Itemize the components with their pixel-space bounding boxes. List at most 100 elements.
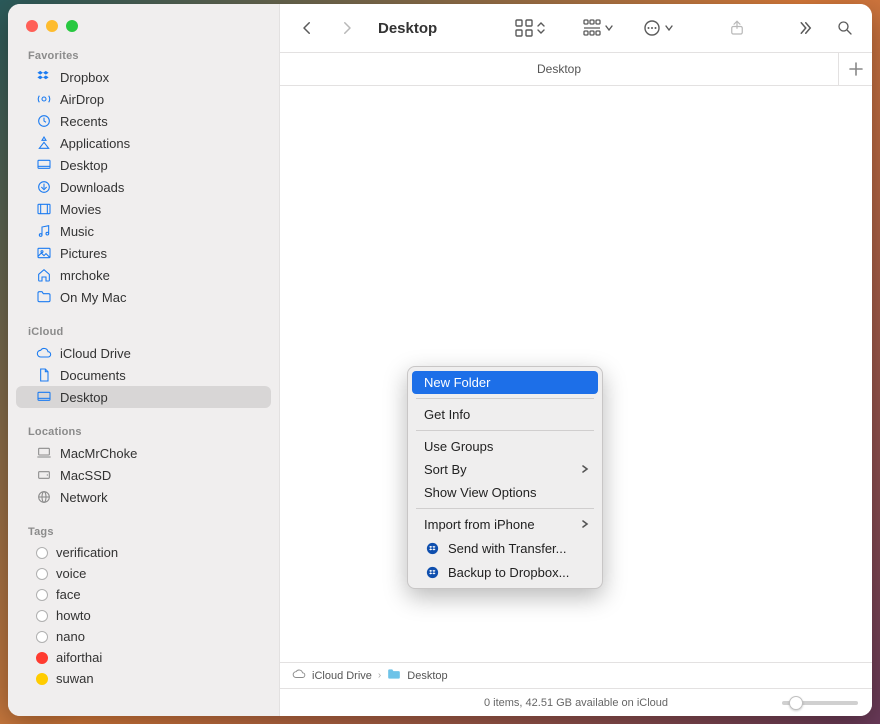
search-button[interactable]	[832, 15, 858, 41]
sidebar-item-desktop[interactable]: Desktop	[16, 154, 271, 176]
sidebar-item-label: Documents	[60, 368, 126, 383]
action-menu-button[interactable]	[642, 18, 674, 38]
overflow-button[interactable]	[792, 15, 818, 41]
tag-dot-icon	[36, 589, 48, 601]
sidebar-item-mrchoke[interactable]: mrchoke	[16, 264, 271, 286]
laptop-icon	[36, 445, 52, 461]
status-bar: 0 items, 42.51 GB available on iCloud	[280, 688, 872, 716]
menu-item-backup-to-dropbox[interactable]: Backup to Dropbox...	[412, 560, 598, 584]
section-favorites-label: Favorites	[8, 42, 279, 66]
tags-list: verificationvoiceface howto nano aiforthai s…	[8, 542, 279, 689]
sidebar-item-music[interactable]: Music	[16, 220, 271, 242]
sidebar-item-network[interactable]: Network	[16, 486, 271, 508]
window-title: Desktop	[378, 20, 437, 37]
sidebar-item-label: Movies	[60, 202, 101, 217]
group-by-button[interactable]	[582, 18, 614, 38]
sidebar-item-movies[interactable]: Movies	[16, 198, 271, 220]
tag-dot-icon	[36, 568, 48, 580]
desktop-icon	[36, 389, 52, 405]
minimize-button[interactable]	[46, 20, 58, 32]
menu-item-sort-by[interactable]: Sort By	[412, 458, 598, 481]
slider-knob[interactable]	[789, 696, 803, 710]
sidebar-item-label: MacSSD	[60, 468, 111, 483]
menu-item-show-view-options[interactable]: Show View Options	[412, 481, 598, 504]
view-icons-button[interactable]	[514, 18, 546, 38]
forward-button[interactable]	[334, 15, 360, 41]
menu-item-import-from-iphone[interactable]: Import from iPhone	[412, 513, 598, 536]
share-button[interactable]	[724, 15, 750, 41]
tab-label: Desktop	[537, 62, 581, 76]
sidebar-item-label: suwan	[56, 671, 94, 686]
movie-icon	[36, 201, 52, 217]
sidebar-item-verification[interactable]: verification	[16, 542, 271, 563]
section-tags-label: Tags	[8, 518, 279, 542]
back-button[interactable]	[294, 15, 320, 41]
pictures-icon	[36, 245, 52, 261]
menu-item-new-folder[interactable]: New Folder	[412, 371, 598, 394]
close-button[interactable]	[26, 20, 38, 32]
sidebar-item-dropbox[interactable]: Dropbox	[16, 66, 271, 88]
tag-dot-icon	[36, 610, 48, 622]
menu-item-label: Use Groups	[424, 439, 493, 454]
sidebar-item-label: aiforthai	[56, 650, 102, 665]
dropbox-icon	[36, 69, 52, 85]
sidebar-item-macmrchoke[interactable]: MacMrChoke	[16, 442, 271, 464]
menu-separator	[416, 508, 594, 509]
sidebar-item-voice[interactable]: voice	[16, 563, 271, 584]
sidebar-item-label: Network	[60, 490, 108, 505]
maximize-button[interactable]	[66, 20, 78, 32]
download-icon	[36, 179, 52, 195]
sidebar: Favorites Dropbox AirDropRecentsApplicati…	[8, 4, 280, 716]
menu-item-label: Sort By	[424, 462, 467, 477]
section-locations-label: Locations	[8, 418, 279, 442]
sidebar-item-macssd[interactable]: MacSSD	[16, 464, 271, 486]
menu-item-label: Get Info	[424, 407, 470, 422]
sidebar-item-documents[interactable]: Documents	[16, 364, 271, 386]
icon-size-slider[interactable]	[782, 701, 858, 705]
apps-icon	[36, 135, 52, 151]
sidebar-item-label: Dropbox	[60, 70, 109, 85]
sidebar-item-airdrop[interactable]: AirDrop	[16, 88, 271, 110]
sidebar-item-label: MacMrChoke	[60, 446, 137, 461]
sidebar-item-label: Desktop	[60, 390, 108, 405]
sidebar-item-pictures[interactable]: Pictures	[16, 242, 271, 264]
menu-item-get-info[interactable]: Get Info	[412, 403, 598, 426]
sidebar-item-label: Downloads	[60, 180, 124, 195]
sidebar-item-recents[interactable]: Recents	[16, 110, 271, 132]
sidebar-item-label: Pictures	[60, 246, 107, 261]
menu-separator	[416, 430, 594, 431]
icloud-list: iCloud Drive Documents Desktop	[8, 342, 279, 408]
sidebar-item-nano[interactable]: nano	[16, 626, 271, 647]
context-menu: New Folder Get Info Use Groups Sort By Show …	[407, 366, 603, 589]
sidebar-item-icloud-drive[interactable]: iCloud Drive	[16, 342, 271, 364]
sidebar-item-on-my-mac[interactable]: On My Mac	[16, 286, 271, 308]
sidebar-item-aiforthai[interactable]: aiforthai	[16, 647, 271, 668]
sidebar-item-label: howto	[56, 608, 91, 623]
path-icloud[interactable]: iCloud Drive	[312, 670, 372, 682]
sidebar-item-desktop[interactable]: Desktop	[16, 386, 271, 408]
sidebar-item-label: iCloud Drive	[60, 346, 131, 361]
dropbox-round-icon	[424, 564, 440, 580]
tag-dot-icon	[36, 652, 48, 664]
path-desktop[interactable]: Desktop	[407, 670, 447, 682]
menu-item-send-with-transfer[interactable]: Send with Transfer...	[412, 536, 598, 560]
disk-icon	[36, 467, 52, 483]
home-icon	[36, 267, 52, 283]
sidebar-item-suwan[interactable]: suwan	[16, 668, 271, 689]
menu-item-label: Import from iPhone	[424, 517, 535, 532]
sidebar-item-downloads[interactable]: Downloads	[16, 176, 271, 198]
tab-desktop[interactable]: Desktop	[280, 53, 838, 85]
music-icon	[36, 223, 52, 239]
menu-item-label: Show View Options	[424, 485, 537, 500]
globe-icon	[36, 489, 52, 505]
tag-dot-icon	[36, 547, 48, 559]
sidebar-item-howto[interactable]: howto	[16, 605, 271, 626]
main-pane: Desktop Deskt	[280, 4, 872, 716]
sidebar-item-face[interactable]: face	[16, 584, 271, 605]
section-icloud-label: iCloud	[8, 318, 279, 342]
desktop-icon	[36, 157, 52, 173]
menu-separator	[416, 398, 594, 399]
menu-item-use-groups[interactable]: Use Groups	[412, 435, 598, 458]
sidebar-item-applications[interactable]: Applications	[16, 132, 271, 154]
new-tab-button[interactable]	[838, 53, 872, 85]
